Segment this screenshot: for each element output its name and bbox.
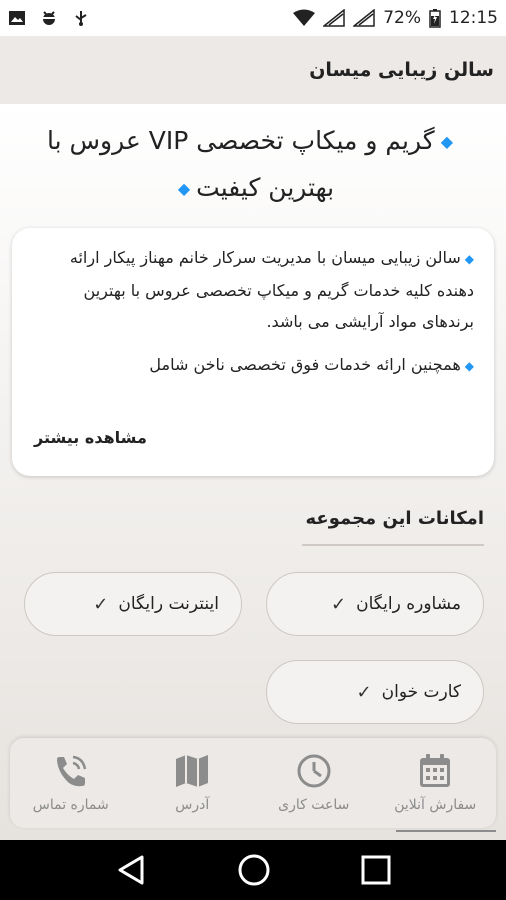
nav-item-working-hours[interactable]: ساعت کاری: [259, 753, 369, 813]
intro-text-2: همچنین ارائه خدمات فوق تخصصی ناخن شامل: [149, 355, 461, 374]
clock-icon: [297, 754, 331, 788]
calendar-icon: [420, 754, 451, 787]
nav-label: آدرس: [175, 797, 210, 813]
diamond-icon: ◆: [440, 132, 453, 151]
diamond-icon: ◆: [177, 179, 191, 198]
check-icon: ✓: [331, 593, 347, 615]
android-bug-icon: [40, 10, 58, 26]
signal-2-icon: [353, 9, 375, 27]
check-icon: ✓: [93, 593, 109, 615]
bullet-icon: ◆: [464, 252, 474, 266]
usb-icon: [72, 10, 90, 26]
map-icon: [176, 755, 209, 787]
features-title: امکانات این مجموعه: [305, 508, 485, 529]
system-status: 72% 12:15: [293, 8, 498, 28]
feature-chip-card-reader[interactable]: ✓ کارت خوان: [266, 660, 484, 724]
features-divider: [302, 544, 484, 546]
nav-label: شماره تماس: [32, 797, 109, 813]
nav-active-indicator: [396, 830, 496, 832]
system-nav-bar: [0, 840, 506, 900]
battery-percent: 72%: [383, 8, 421, 28]
nav-item-online-order[interactable]: سفارش آنلاین: [380, 753, 490, 813]
clock-time: 12:15: [449, 8, 498, 28]
intro-card: ◆سالن زیبایی میسان با مدیریت سرکار خانم …: [12, 228, 494, 476]
bottom-nav: سفارش آنلاین ساعت کاری آدرس شماره تماس: [10, 738, 496, 828]
feature-label: مشاوره رایگان: [356, 594, 461, 614]
nav-label: سفارش آنلاین: [394, 797, 477, 813]
feature-label: اینترنت رایگان: [118, 594, 219, 614]
phone-call-icon: [56, 755, 86, 787]
headline-line2: بهترین کیفیت: [196, 173, 335, 202]
image-icon: [8, 10, 26, 26]
feature-chip-free-consultation[interactable]: ✓ مشاوره رایگان: [266, 572, 484, 636]
intro-paragraph-1: ◆سالن زیبایی میسان با مدیریت سرکار خانم …: [32, 242, 474, 337]
status-bar: 72% 12:15: [0, 0, 506, 36]
intro-paragraph-2: ◆همچنین ارائه خدمات فوق تخصصی ناخن شامل: [32, 349, 474, 382]
check-icon: ✓: [356, 681, 372, 703]
main-content[interactable]: ◆ گریم و میکاپ تخصصی VIP عروس با بهترین ک…: [0, 104, 506, 840]
back-icon[interactable]: [114, 853, 148, 887]
wifi-icon: [293, 9, 316, 27]
battery-charging-icon: [429, 8, 441, 28]
nav-item-phone[interactable]: شماره تماس: [16, 753, 126, 813]
nav-item-address[interactable]: آدرس: [137, 753, 247, 813]
nav-label: ساعت کاری: [278, 797, 350, 813]
home-icon[interactable]: [236, 852, 272, 888]
feature-label: کارت خوان: [381, 682, 461, 702]
see-more-link[interactable]: مشاهده بیشتر: [34, 428, 147, 447]
bullet-icon: ◆: [464, 359, 474, 373]
page-title: سالن زیبایی میسان: [309, 59, 494, 81]
signal-1-icon: [323, 9, 345, 27]
headline-line1: گریم و میکاپ تخصصی VIP عروس با: [47, 126, 435, 155]
intro-text-1: سالن زیبایی میسان با مدیریت سرکار خانم م…: [69, 248, 474, 331]
notification-icons: [8, 10, 90, 26]
recents-icon[interactable]: [360, 854, 392, 886]
feature-chip-free-internet[interactable]: ✓ اینترنت رایگان: [24, 572, 242, 636]
headline: ◆ گریم و میکاپ تخصصی VIP عروس با بهترین ک…: [16, 118, 490, 212]
app-bar: سالن زیبایی میسان: [0, 36, 506, 104]
